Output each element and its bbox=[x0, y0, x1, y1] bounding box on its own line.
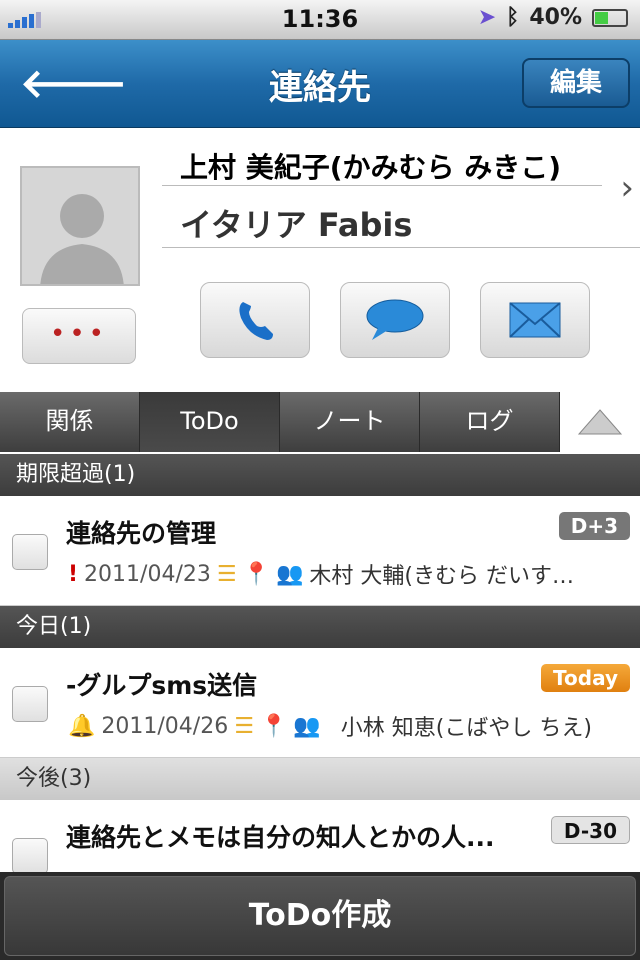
pin-icon: 📍 bbox=[242, 561, 270, 587]
person-icon: 👥 bbox=[276, 561, 304, 587]
phone-icon bbox=[239, 302, 273, 340]
section-future: 今後(3) bbox=[0, 758, 640, 800]
status-bar: 11:36 ➤ ᛒ 40% bbox=[0, 0, 640, 40]
bell-icon: 🔔 bbox=[68, 713, 96, 739]
collapse-button[interactable] bbox=[560, 392, 640, 452]
due-badge: Today bbox=[541, 664, 630, 692]
section-overdue: 期限超過(1) bbox=[0, 454, 640, 496]
tab-log[interactable]: ログ bbox=[420, 392, 560, 452]
edit-button[interactable]: 編集 bbox=[522, 58, 630, 108]
todo-date: 2011/04/23 bbox=[84, 561, 211, 587]
contact-company: イタリア Fabis bbox=[162, 200, 640, 248]
stack-icon: ☰ bbox=[216, 561, 237, 587]
tab-relations[interactable]: 関係 bbox=[0, 392, 140, 452]
todo-person: 木村 大輔(きむら だいす… bbox=[309, 564, 574, 589]
battery-percent: 40% bbox=[529, 5, 582, 30]
tab-notes[interactable]: ノート bbox=[280, 392, 420, 452]
bluetooth-icon: ᛒ bbox=[506, 5, 520, 30]
todo-person: 小林 知恵(こばやし ちえ) bbox=[340, 716, 592, 741]
todo-row[interactable]: 連絡先の管理 D+3 ! 2011/04/23 ☰ 📍 👥 木村 大輔(きむら … bbox=[0, 496, 640, 606]
envelope-icon bbox=[509, 302, 561, 338]
todo-row[interactable]: -グルプsms送信 Today 🔔 2011/04/26 ☰ 📍 👥 小林 知恵… bbox=[0, 648, 640, 758]
message-button[interactable] bbox=[340, 282, 450, 358]
tab-bar: 関係 ToDo ノート ログ bbox=[0, 392, 640, 452]
exclamation-icon: ! bbox=[68, 561, 79, 587]
nav-bar: 🡐 連絡先 編集 bbox=[0, 40, 640, 128]
stack-icon: ☰ bbox=[234, 713, 254, 739]
todo-checkbox[interactable] bbox=[12, 534, 48, 570]
avatar[interactable] bbox=[20, 166, 140, 286]
tab-todo[interactable]: ToDo bbox=[140, 392, 280, 452]
due-badge: D+3 bbox=[558, 512, 630, 540]
chevron-right-icon[interactable]: › bbox=[620, 168, 634, 208]
triangle-up-icon bbox=[577, 409, 623, 435]
due-badge: D-30 bbox=[550, 816, 630, 844]
call-button[interactable] bbox=[200, 282, 310, 358]
todo-date: 2011/04/26 bbox=[101, 713, 229, 739]
section-today: 今日(1) bbox=[0, 606, 640, 648]
location-icon: ➤ bbox=[477, 5, 497, 30]
create-todo-button[interactable]: ToDo作成 bbox=[4, 876, 636, 956]
battery-icon bbox=[592, 8, 628, 27]
speech-bubble-icon bbox=[366, 299, 424, 340]
person-icon: 👥 bbox=[293, 713, 321, 739]
todo-checkbox[interactable] bbox=[12, 838, 48, 874]
todo-title: 連絡先とメモは自分の知人とかの人... bbox=[66, 823, 495, 852]
todo-title: 連絡先の管理 bbox=[66, 519, 217, 548]
email-button[interactable] bbox=[480, 282, 590, 358]
pin-icon: 📍 bbox=[259, 713, 288, 739]
bottom-bar: ToDo作成 bbox=[0, 872, 640, 960]
contact-name: 上村 美紀子(かみむら みきこ) bbox=[162, 146, 602, 186]
todo-checkbox[interactable] bbox=[12, 686, 48, 722]
todo-title: -グルプsms送信 bbox=[66, 671, 258, 700]
more-button[interactable]: ••• bbox=[22, 308, 136, 364]
person-silhouette-icon bbox=[40, 194, 124, 284]
